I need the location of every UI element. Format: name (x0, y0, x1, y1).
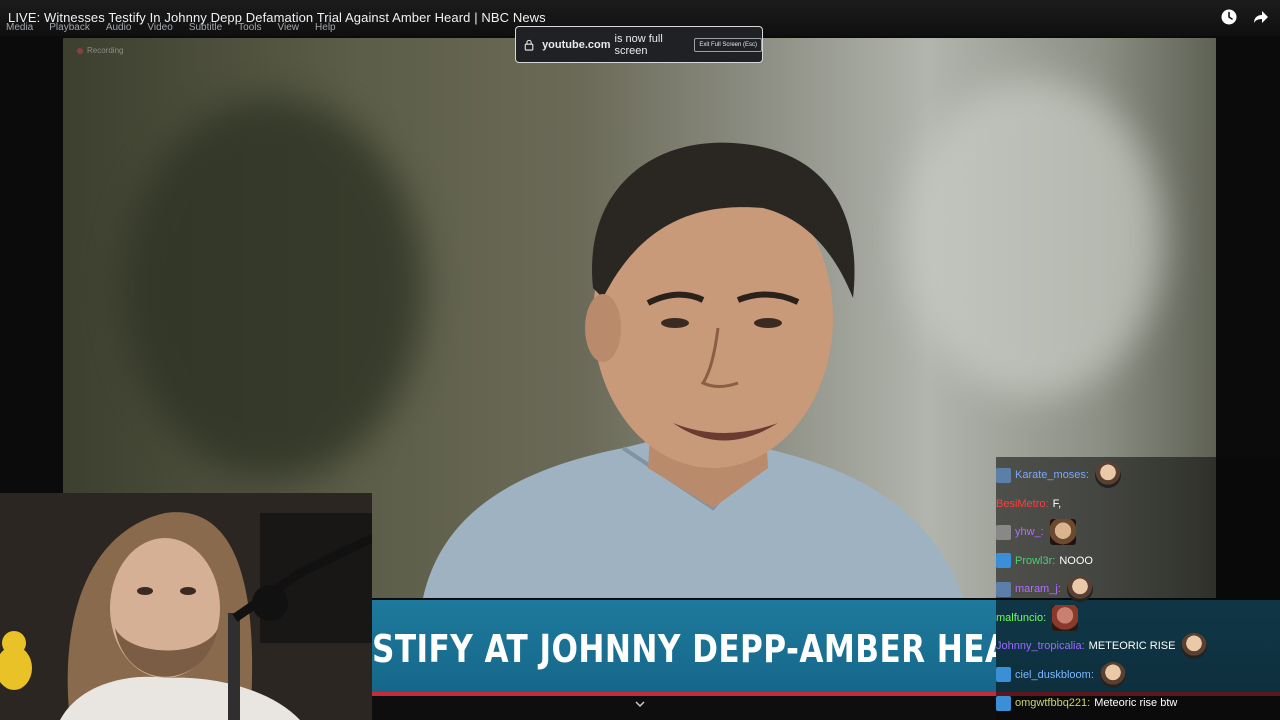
chat-username[interactable]: Karate_moses: (1015, 469, 1089, 481)
chat-message-text: Meteoric rise btw (1094, 697, 1178, 709)
chat-message: Prowl3r: NOOO (996, 549, 1093, 573)
news-chyron: STIFY AT JOHNNY DEPP-AMBER HEARD (372, 600, 996, 692)
chat-emote-icon (1066, 576, 1093, 602)
chat-emote-icon (1181, 633, 1208, 659)
menu-item-subtitle[interactable]: Subtitle (189, 22, 222, 36)
chat-message-text: NOOO (1059, 554, 1093, 567)
subscriber-badge-icon (996, 524, 1011, 540)
menu-item-view[interactable]: View (278, 22, 300, 36)
subscriber-badge-icon (996, 467, 1011, 483)
chat-username[interactable]: omgwtfbbq221: (1015, 697, 1090, 709)
menu-item-video[interactable]: Video (147, 22, 172, 36)
chat-message: omgwtfbbq221: Meteoric rise btw (996, 691, 1177, 715)
chat-message: ciel_duskbloom: (996, 661, 1126, 688)
chat-overlay: Karate_moses: BesiMetro: F, yhw_: Prowl3r: NO… (996, 457, 1280, 720)
share-icon[interactable] (1252, 8, 1270, 26)
chat-username[interactable]: Johnny_tropicalia: (996, 640, 1085, 652)
player-menu-bar: Media Playback Audio Video Subtitle Tool… (6, 22, 336, 36)
chat-message: maram_j: (996, 576, 1093, 602)
menu-item-help[interactable]: Help (315, 22, 336, 36)
chyron-text: STIFY AT JOHNNY DEPP-AMBER HEARD (372, 627, 996, 671)
chat-message: yhw_: (996, 519, 1076, 545)
chat-username[interactable]: maram_j: (1015, 583, 1061, 595)
subscriber-badge-icon (996, 581, 1011, 597)
chat-emote-icon (1052, 604, 1079, 631)
streamer-webcam (0, 493, 372, 720)
chat-message: BesiMetro: F, (996, 492, 1061, 516)
chevron-down-icon[interactable] (635, 700, 645, 708)
fullscreen-notification: youtube.com is now full screen Exit Full… (515, 26, 763, 63)
menu-item-media[interactable]: Media (6, 22, 33, 36)
watch-later-icon[interactable] (1220, 8, 1238, 26)
fullscreen-message: is now full screen (614, 32, 663, 57)
chat-message-text: METEORIC RISE (1088, 640, 1176, 652)
chat-emote-icon (1099, 661, 1126, 688)
chat-message: malfuncio: (996, 604, 1079, 631)
menu-item-tools[interactable]: Tools (238, 22, 261, 36)
chat-message-text: F, (1052, 497, 1062, 510)
subscriber-badge-icon (996, 667, 1011, 682)
streamer-figure (0, 493, 372, 720)
exit-fullscreen-button[interactable]: Exit Full Screen (Esc) (694, 37, 762, 52)
subscriber-badge-icon (996, 695, 1011, 711)
chat-emote-icon (1049, 519, 1076, 545)
menu-item-playback[interactable]: Playback (49, 22, 90, 36)
chat-message: Johnny_tropicalia: METEORIC RISE (996, 633, 1208, 659)
lock-icon (524, 39, 534, 51)
chat-username[interactable]: ciel_duskbloom: (1015, 669, 1094, 681)
menu-item-audio[interactable]: Audio (106, 22, 132, 36)
chat-username[interactable]: Prowl3r: (1015, 555, 1055, 567)
chat-emote-icon (1094, 462, 1121, 488)
chat-username[interactable]: BesiMetro: (996, 498, 1049, 510)
chat-username[interactable]: yhw_: (1015, 526, 1044, 538)
chat-username[interactable]: malfuncio: (996, 612, 1046, 624)
chat-message: Karate_moses: (996, 462, 1121, 488)
subscriber-badge-icon (996, 553, 1011, 568)
fullscreen-domain: youtube.com (542, 38, 611, 51)
